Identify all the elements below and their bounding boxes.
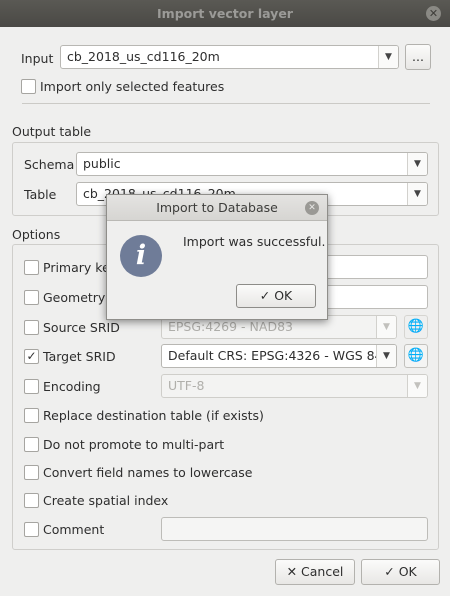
options-heading: Options (12, 227, 61, 242)
table-label: Table (24, 187, 57, 202)
encoding-value: UTF-8 (168, 378, 205, 393)
import-vector-layer-dialog: Import vector layer ✕ Input cb_2018_us_c… (0, 0, 450, 596)
import-selected-checkbox[interactable] (21, 79, 36, 94)
chevron-down-icon: ▼ (376, 345, 396, 367)
import-selected-label: Import only selected features (40, 79, 225, 94)
cancel-icon: ✕ (286, 564, 298, 579)
window-titlebar: Import vector layer ✕ (0, 0, 450, 27)
input-layer-value: cb_2018_us_cd116_20m (67, 49, 220, 64)
target-srid-value: Default CRS: EPSG:4326 - WGS 84 (168, 348, 383, 363)
target-srid-combo[interactable]: Default CRS: EPSG:4326 - WGS 84 ▼ (161, 344, 397, 368)
chevron-down-icon: ▼ (376, 316, 396, 338)
comment-checkbox[interactable] (24, 522, 39, 537)
geometry-column-input[interactable] (325, 285, 428, 309)
replace-table-checkbox[interactable] (24, 408, 39, 423)
source-srid-label: Source SRID (43, 320, 120, 335)
no-promote-label: Do not promote to multi-part (43, 437, 225, 452)
input-label: Input (21, 51, 54, 66)
check-icon: ✓ (384, 564, 395, 579)
cancel-button-label: Cancel (301, 564, 344, 579)
ok-button-label: OK (398, 564, 417, 579)
modal-message: Import was successful. (183, 234, 326, 249)
comment-label: Comment (43, 522, 105, 537)
modal-ok-label: OK (274, 288, 293, 303)
info-icon: i (120, 235, 162, 277)
close-icon[interactable]: ✕ (305, 201, 319, 215)
spatial-index-label: Create spatial index (43, 493, 169, 508)
no-promote-checkbox[interactable] (24, 437, 39, 452)
schema-label: Schema (24, 157, 75, 172)
modal-titlebar: Import to Database ✕ (107, 195, 327, 221)
target-srid-checkbox[interactable]: ✓ (24, 349, 39, 364)
schema-value: public (83, 156, 121, 171)
modal-ok-button[interactable]: ✓ OK (236, 284, 316, 308)
encoding-combo[interactable]: UTF-8 ▼ (161, 374, 428, 398)
chevron-down-icon: ▼ (407, 153, 427, 175)
chevron-down-icon: ▼ (407, 375, 427, 397)
globe-icon[interactable]: 🌐 (404, 315, 428, 339)
cancel-button[interactable]: ✕ Cancel (275, 559, 355, 585)
input-layer-combo[interactable]: cb_2018_us_cd116_20m ▼ (60, 45, 399, 69)
source-srid-value: EPSG:4269 - NAD83 (168, 319, 293, 334)
comment-input[interactable] (161, 517, 428, 541)
modal-title: Import to Database (156, 200, 278, 215)
encoding-checkbox[interactable] (24, 379, 39, 394)
schema-combo[interactable]: public ▼ (76, 152, 428, 176)
import-success-dialog: Import to Database ✕ i Import was succes… (106, 194, 328, 320)
chevron-down-icon: ▼ (407, 183, 427, 205)
divider (22, 103, 430, 104)
source-srid-checkbox[interactable] (24, 320, 39, 335)
check-icon: ✓ (259, 288, 271, 303)
spatial-index-checkbox[interactable] (24, 493, 39, 508)
primary-key-checkbox[interactable] (24, 260, 39, 275)
output-table-heading: Output table (12, 124, 92, 139)
globe-icon[interactable]: 🌐 (404, 344, 428, 368)
lowercase-fields-checkbox[interactable] (24, 465, 39, 480)
geometry-column-checkbox[interactable] (24, 290, 39, 305)
ok-button[interactable]: ✓ OK (361, 559, 440, 585)
close-icon[interactable]: ✕ (426, 6, 441, 21)
encoding-label: Encoding (43, 379, 101, 394)
lowercase-fields-label: Convert field names to lowercase (43, 465, 253, 480)
window-title: Import vector layer (157, 6, 293, 21)
target-srid-label: Target SRID (43, 349, 116, 364)
primary-key-input[interactable] (325, 255, 428, 279)
replace-table-label: Replace destination table (if exists) (43, 408, 264, 423)
chevron-down-icon: ▼ (378, 46, 398, 68)
browse-button[interactable]: ... (405, 44, 431, 70)
